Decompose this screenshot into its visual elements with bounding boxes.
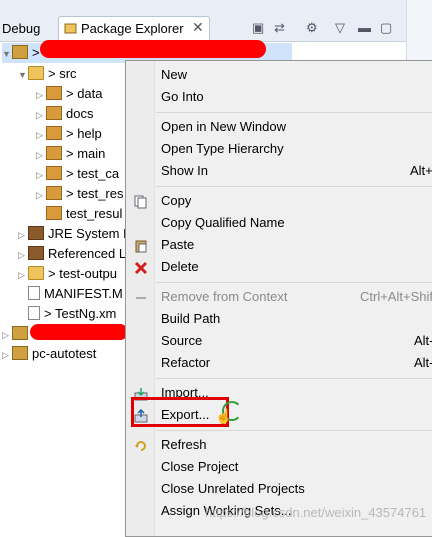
project-icon (12, 45, 28, 59)
menu-separator (156, 186, 432, 187)
menu-item-copy[interactable]: Copy (126, 190, 432, 212)
tree-item-pc-autotest[interactable]: ▷ pc-autotest (2, 344, 96, 364)
tree-item-test-resul[interactable]: test_resul (46, 204, 122, 224)
maximize-icon[interactable]: ▢ (380, 20, 392, 36)
redaction-mark (30, 324, 128, 340)
tree-item-help[interactable]: ▷ > help (36, 124, 102, 144)
menu-item-close-project[interactable]: Close Project (126, 456, 432, 478)
package-icon (46, 186, 62, 200)
menu-item-go-into[interactable]: Go Into (126, 86, 432, 108)
tree-item-test-ca[interactable]: ▷ > test_ca (36, 164, 119, 184)
menu-item-new[interactable]: New (126, 64, 432, 86)
menu-item-refresh[interactable]: Refresh (126, 434, 432, 456)
xml-file-icon (28, 306, 40, 320)
view-menu-icon[interactable]: ▽ (335, 20, 345, 36)
menu-item-build-path[interactable]: Build Path (126, 308, 432, 330)
menu-item-show-in[interactable]: Show In Alt+ (126, 160, 432, 182)
menu-item-remove-from-context[interactable]: Remove from Context Ctrl+Alt+Shif (126, 286, 432, 308)
package-icon (46, 106, 62, 120)
tree-item-manifest[interactable]: MANIFEST.M (28, 284, 123, 304)
copy-icon (134, 194, 148, 209)
library-icon (28, 226, 44, 240)
tree-item-test-output[interactable]: ▷ > test-outpu (18, 264, 117, 284)
menu-item-open-new-window[interactable]: Open in New Window (126, 116, 432, 138)
tree-item-referenced[interactable]: ▷ Referenced L (18, 244, 126, 264)
file-icon (28, 286, 40, 300)
refresh-icon (134, 438, 148, 452)
menu-separator (156, 378, 432, 379)
delete-icon (134, 260, 148, 275)
remove-context-icon (134, 290, 148, 304)
filters-icon[interactable]: ⚙ (306, 20, 318, 36)
mouse-pointer-icon: ☝ (215, 408, 233, 424)
package-icon (46, 86, 62, 100)
project-icon (12, 326, 28, 340)
tab-debug[interactable]: Debug (0, 18, 40, 40)
link-editor-icon[interactable]: ⇄ (274, 20, 285, 36)
menu-separator (156, 112, 432, 113)
source-folder-icon (28, 66, 44, 80)
view-tab-bar: Debug Package Explorer ✕ ▣ ⇄ ⚙ ▽ ▬ ▢ (0, 0, 432, 42)
package-explorer-icon (64, 22, 77, 35)
tree-item-testng[interactable]: > TestNg.xm (28, 304, 116, 324)
library-icon (28, 246, 44, 260)
package-icon (46, 206, 62, 220)
menu-item-copy-qualified-name[interactable]: Copy Qualified Name (126, 212, 432, 234)
tab-package-explorer[interactable]: Package Explorer ✕ (58, 16, 210, 42)
menu-item-delete[interactable]: Delete (126, 256, 432, 278)
close-icon[interactable]: ✕ (192, 19, 204, 36)
watermark: https://blog.csdn.net/weixin_43574761 (205, 505, 427, 520)
paste-icon (134, 238, 148, 253)
menu-item-paste[interactable]: Paste (126, 234, 432, 256)
package-icon (46, 146, 62, 160)
project-icon (12, 346, 28, 360)
redaction-mark (40, 40, 266, 58)
tree-item-src[interactable]: ▼ > src (18, 64, 77, 84)
menu-item-source[interactable]: Source Alt- (126, 330, 432, 352)
tree-item-test-res[interactable]: ▷ > test_res (36, 184, 123, 204)
menu-separator (156, 282, 432, 283)
package-icon (46, 126, 62, 140)
menu-separator (156, 430, 432, 431)
menu-item-refactor[interactable]: Refactor Alt- (126, 352, 432, 374)
menu-item-close-unrelated-projects[interactable]: Close Unrelated Projects (126, 478, 432, 500)
tree-item-project-2[interactable]: ▷ (2, 324, 32, 344)
menu-item-open-type-hierarchy[interactable]: Open Type Hierarchy (126, 138, 432, 160)
tree-item-data[interactable]: ▷ > data (36, 84, 103, 104)
context-menu: New Go Into Open in New Window Open Type… (125, 60, 432, 537)
collapse-all-icon[interactable]: ▣ (252, 20, 264, 36)
minimize-icon[interactable]: ▬ (358, 20, 371, 35)
folder-icon (28, 266, 44, 280)
tree-item-docs[interactable]: ▷ docs (36, 104, 93, 124)
package-icon (46, 166, 62, 180)
tree-item-jre[interactable]: ▷ JRE System L (18, 224, 130, 244)
tree-item-main[interactable]: ▷ > main (36, 144, 105, 164)
